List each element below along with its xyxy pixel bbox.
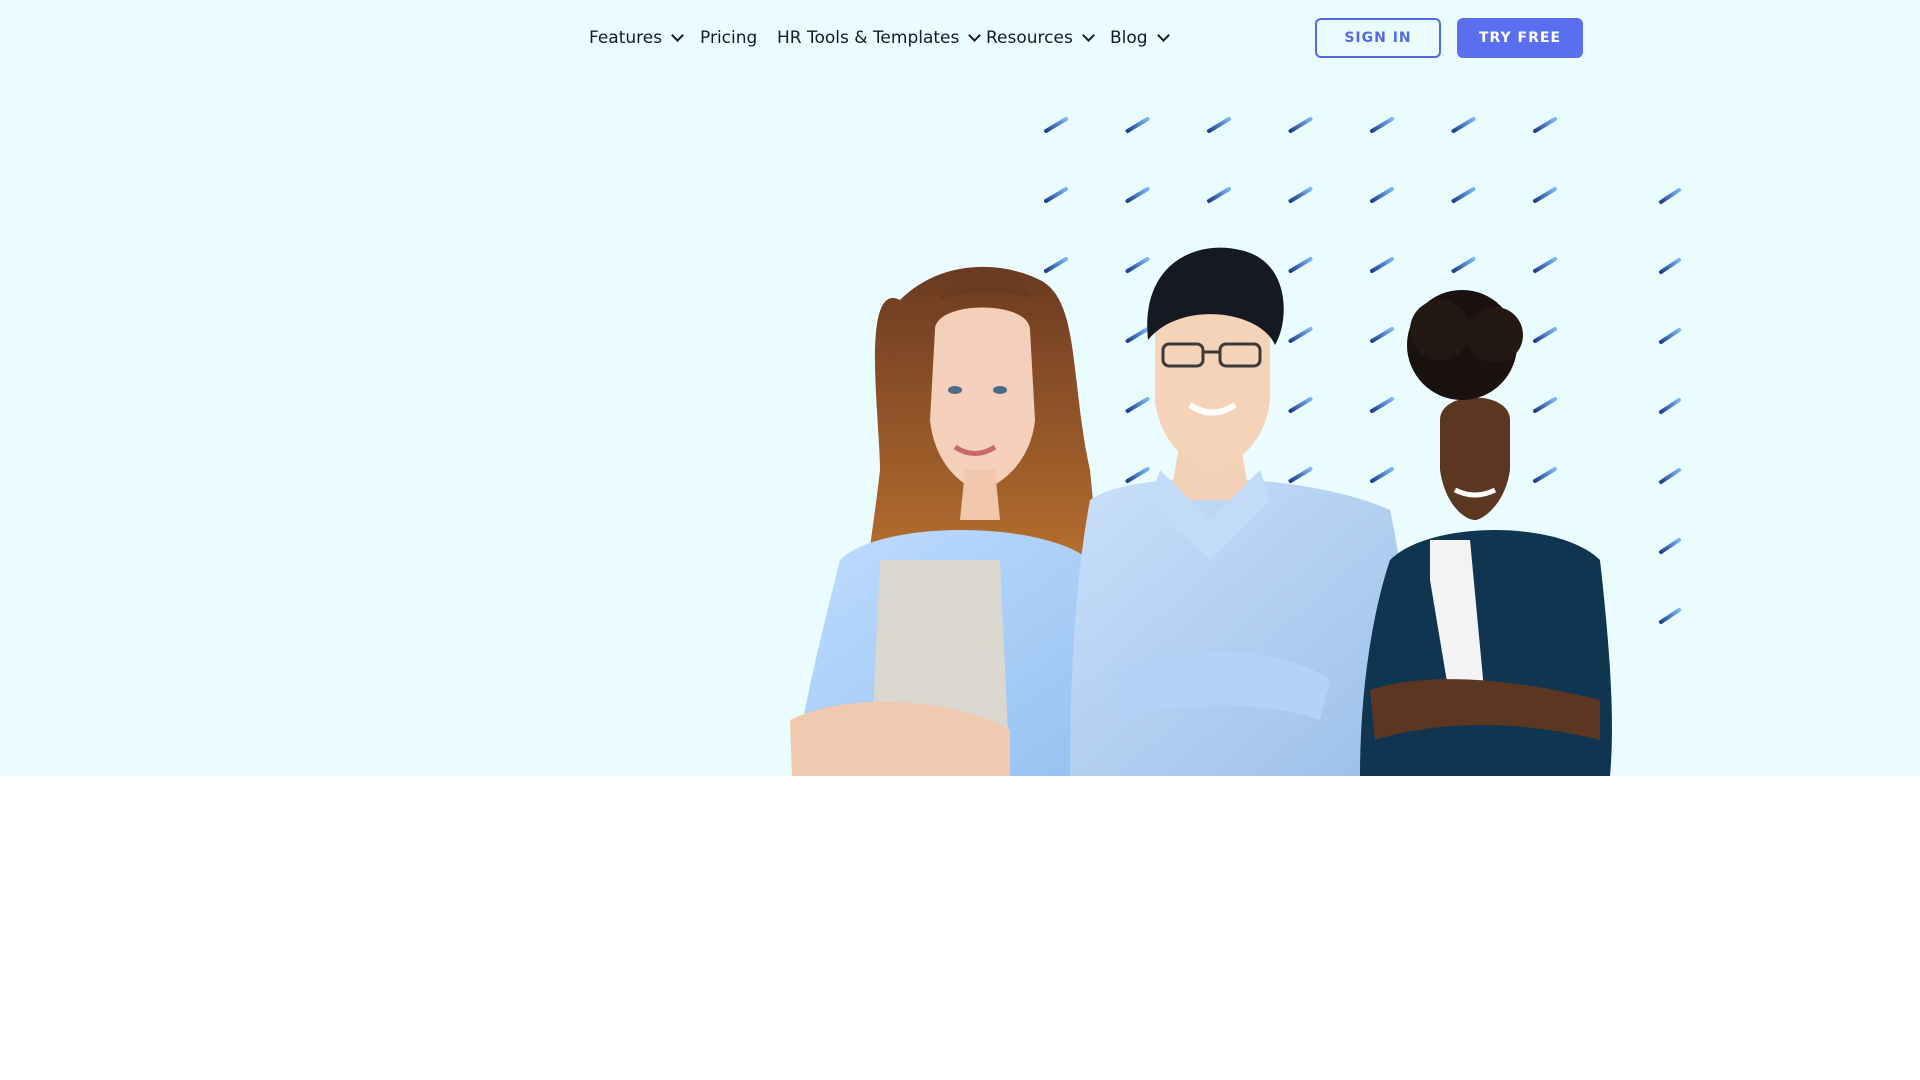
chevron-down-icon	[1156, 29, 1170, 42]
sign-in-button[interactable]: SIGN IN	[1315, 18, 1441, 58]
nav-resources[interactable]: Resources	[986, 26, 1095, 50]
hero-people-image	[790, 247, 1612, 776]
nav-resources-label: Resources	[986, 28, 1073, 48]
content-area	[0, 776, 1920, 1080]
sign-in-label: SIGN IN	[1344, 30, 1412, 46]
nav-hr-tools-label: HR Tools & Templates	[777, 28, 960, 48]
nav-features[interactable]: Features	[589, 26, 684, 50]
chevron-down-icon	[968, 29, 982, 42]
nav-pricing-label: Pricing	[700, 28, 758, 48]
try-free-label: TRY FREE	[1478, 30, 1562, 46]
try-free-button[interactable]: TRY FREE	[1457, 18, 1583, 58]
chevron-down-icon	[671, 29, 684, 42]
nav-pricing[interactable]: Pricing	[700, 26, 757, 50]
nav-features-label: Features	[589, 28, 663, 48]
hero-section: Features Pricing HR Tools & Templates Re…	[0, 0, 1920, 776]
person-middle	[1070, 247, 1407, 776]
chevron-down-icon	[1081, 29, 1095, 42]
nav-blog[interactable]: Blog	[1110, 26, 1170, 50]
nav-blog-label: Blog	[1110, 28, 1148, 48]
person-right	[1360, 290, 1612, 776]
nav-hr-tools-templates[interactable]: HR Tools & Templates	[777, 26, 982, 50]
